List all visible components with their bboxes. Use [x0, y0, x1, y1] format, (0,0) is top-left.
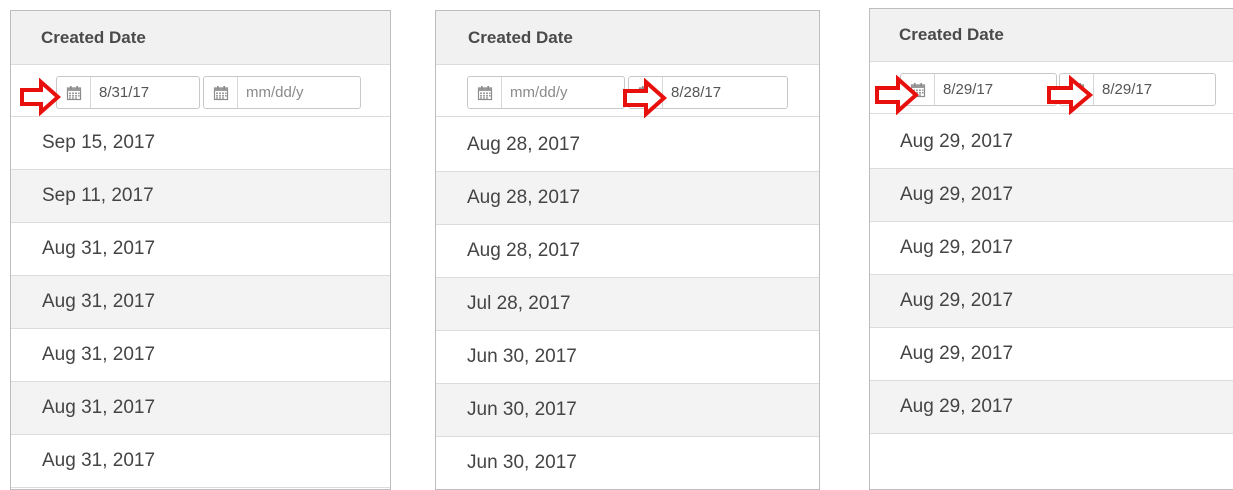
table-row: Aug 29, 2017 — [870, 222, 1233, 275]
date-range-filter: mm/dd/y 8/28/17 — [436, 65, 819, 117]
table-row: Aug 28, 2017 — [436, 172, 819, 225]
to-date-input[interactable]: mm/dd/y — [203, 76, 361, 109]
created-date-table-3: Created Date 8/29/17 8/29/17 Aug 29, 201… — [869, 8, 1233, 490]
table-row: Aug 29, 2017 — [870, 169, 1233, 222]
date-range-filter: 8/31/17 mm/dd/y — [11, 65, 390, 117]
to-date-value[interactable]: 8/29/17 — [1094, 81, 1152, 98]
from-date-placeholder[interactable]: mm/dd/y — [502, 84, 568, 101]
cell-created-date: Aug 31, 2017 — [42, 397, 156, 418]
cell-created-date: Aug 29, 2017 — [900, 396, 1014, 417]
column-header[interactable]: Created Date — [436, 11, 819, 65]
cell-created-date: Aug 29, 2017 — [900, 131, 1014, 152]
table-row: Jun 30, 2017 — [436, 437, 819, 489]
table-row: Aug 28, 2017 — [436, 225, 819, 278]
rows: Aug 29, 2017 Aug 29, 2017 Aug 29, 2017 A… — [870, 116, 1233, 434]
rows: Sep 15, 2017 Sep 11, 2017 Aug 31, 2017 A… — [11, 117, 390, 488]
table-row: Aug 31, 2017 — [11, 382, 390, 435]
to-date-input[interactable]: 8/29/17 — [1059, 73, 1216, 106]
column-header-label: Created Date — [899, 25, 1004, 44]
from-date-input[interactable]: 8/31/17 — [56, 76, 200, 109]
cell-created-date: Aug 29, 2017 — [900, 343, 1014, 364]
from-date-input[interactable]: 8/29/17 — [900, 73, 1057, 106]
from-date-value[interactable]: 8/31/17 — [91, 84, 149, 101]
column-header[interactable]: Created Date — [870, 9, 1233, 62]
cell-created-date: Aug 29, 2017 — [900, 184, 1014, 205]
cell-created-date: Aug 31, 2017 — [42, 291, 156, 312]
cell-created-date: Aug 31, 2017 — [42, 238, 156, 259]
calendar-icon[interactable] — [57, 77, 91, 108]
date-range-filter: 8/29/17 8/29/17 — [870, 62, 1233, 114]
table-row: Jun 30, 2017 — [436, 331, 819, 384]
table-row: Aug 31, 2017 — [11, 329, 390, 382]
table-row: Aug 31, 2017 — [11, 435, 390, 488]
cell-created-date: Sep 11, 2017 — [42, 185, 154, 206]
column-header-label: Created Date — [468, 27, 573, 47]
cell-created-date: Aug 28, 2017 — [467, 134, 581, 155]
to-date-input[interactable]: 8/28/17 — [628, 76, 788, 109]
cell-created-date: Aug 29, 2017 — [900, 237, 1014, 258]
cell-created-date: Jul 28, 2017 — [467, 293, 571, 314]
cell-created-date: Aug 28, 2017 — [467, 187, 581, 208]
calendar-icon[interactable] — [629, 77, 663, 108]
column-header[interactable]: Created Date — [11, 11, 390, 65]
table-row: Jun 30, 2017 — [436, 384, 819, 437]
cell-created-date: Sep 15, 2017 — [42, 132, 156, 153]
cell-created-date: Aug 28, 2017 — [467, 240, 581, 261]
table-row: Aug 29, 2017 — [870, 275, 1233, 328]
column-header-label: Created Date — [41, 27, 146, 47]
from-date-value[interactable]: 8/29/17 — [935, 81, 993, 98]
calendar-icon[interactable] — [204, 77, 238, 108]
calendar-icon[interactable] — [468, 77, 502, 108]
table-row: Aug 29, 2017 — [870, 116, 1233, 169]
cell-created-date: Aug 31, 2017 — [42, 344, 156, 365]
from-date-input[interactable]: mm/dd/y — [467, 76, 625, 109]
table-row: Aug 29, 2017 — [870, 381, 1233, 434]
cell-created-date: Jun 30, 2017 — [467, 399, 577, 420]
table-row: Jul 28, 2017 — [436, 278, 819, 331]
table-row: Aug 28, 2017 — [436, 119, 819, 172]
calendar-icon[interactable] — [901, 74, 935, 105]
cell-created-date: Aug 29, 2017 — [900, 290, 1014, 311]
rows: Aug 28, 2017 Aug 28, 2017 Aug 28, 2017 J… — [436, 119, 819, 489]
table-row: Sep 15, 2017 — [11, 117, 390, 170]
cell-created-date: Jun 30, 2017 — [467, 452, 577, 473]
to-date-placeholder[interactable]: mm/dd/y — [238, 84, 304, 101]
created-date-table-1: Created Date 8/31/17 mm/dd/y Sep 15, 201… — [10, 10, 391, 490]
to-date-value[interactable]: 8/28/17 — [663, 84, 721, 101]
table-row: Aug 31, 2017 — [11, 223, 390, 276]
table-row: Sep 11, 2017 — [11, 170, 390, 223]
cell-created-date: Jun 30, 2017 — [467, 346, 577, 367]
created-date-table-2: Created Date mm/dd/y 8/28/17 Aug 28, 201… — [435, 10, 820, 490]
table-row: Aug 31, 2017 — [11, 276, 390, 329]
calendar-icon[interactable] — [1060, 74, 1094, 105]
cell-created-date: Aug 31, 2017 — [42, 450, 156, 471]
table-row: Aug 29, 2017 — [870, 328, 1233, 381]
